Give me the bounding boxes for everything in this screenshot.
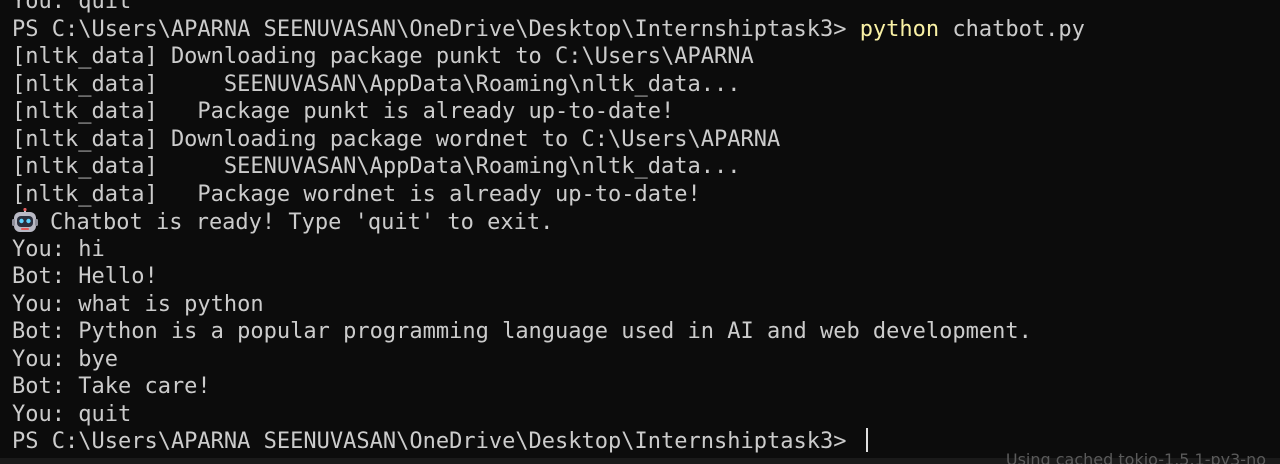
command-line: PS C:\Users\APARNA SEENUVASAN\OneDrive\D… — [12, 16, 1280, 44]
output-line: [nltk_data] Package wordnet is already u… — [12, 181, 701, 207]
output-line: [nltk_data] Downloading package wordnet … — [12, 126, 781, 152]
chat-line: Bot: Take care! — [12, 374, 211, 399]
chat-line: Bot: Hello! — [12, 264, 158, 289]
command-args: chatbot.py — [939, 16, 1085, 42]
chat-line: You: what is python — [12, 291, 264, 317]
chat-line: You: hi — [12, 236, 105, 262]
chat-line: You: quit — [12, 401, 132, 427]
robot-face-icon — [12, 208, 38, 232]
chat-line: You: bye — [12, 346, 118, 372]
text-cursor — [865, 428, 868, 452]
clipped-top-line: You: quit — [12, 0, 132, 14]
ready-message: Chatbot is ready! Type 'quit' to exit. — [50, 210, 554, 235]
output-line: [nltk_data] SEENUVASAN\AppData\Roaming\n… — [12, 154, 741, 179]
output-line: [nltk_data] SEENUVASAN\AppData\Roaming\n… — [12, 71, 741, 97]
output-line: [nltk_data] Downloading package punkt to… — [12, 44, 754, 69]
terminal-window[interactable]: You: quit PS C:\Users\APARNA SEENUVASAN\… — [0, 0, 1280, 464]
ready-line: Chatbot is ready! Type 'quit' to exit. — [12, 208, 1280, 236]
underlying-window-edge: Using cached tokio-1.5.1-py3-no — [0, 450, 1280, 464]
final-prompt: PS C:\Users\APARNA SEENUVASAN\OneDrive\D… — [12, 429, 860, 454]
terminal-output: You: quit PS C:\Users\APARNA SEENUVASAN\… — [12, 0, 1280, 456]
prompt-path: PS C:\Users\APARNA SEENUVASAN\OneDrive\D… — [12, 16, 860, 42]
chat-line: Bot: Python is a popular programming lan… — [12, 319, 1032, 344]
background-window-text: Using cached tokio-1.5.1-py3-no — [1005, 449, 1266, 464]
command-name: python — [859, 16, 940, 42]
output-line: [nltk_data] Package punkt is already up-… — [12, 99, 675, 124]
